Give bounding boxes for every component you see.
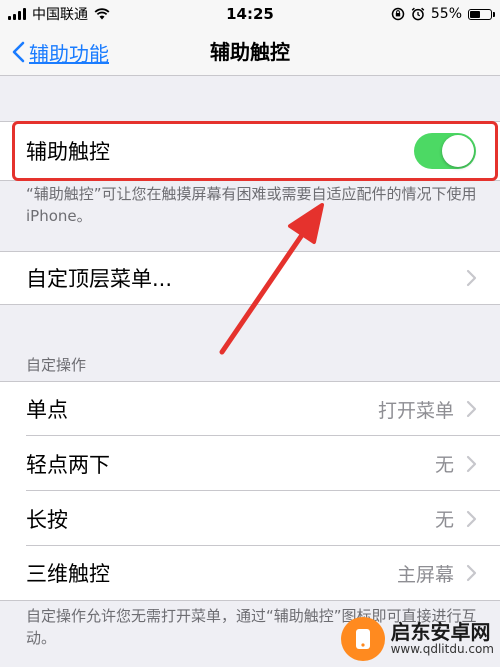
watermark: 启东安卓网 www.qdlitdu.com [340,617,494,661]
watermark-text: 启东安卓网 www.qdlitdu.com [391,621,494,656]
action-row-single-tap[interactable]: 单点 打开菜单 [0,381,500,436]
back-button[interactable]: 辅助功能 [12,28,109,76]
action-label: 三维触控 [26,562,110,586]
status-left: 中国联通 [8,4,168,24]
assistive-touch-label: 辅助触控 [26,140,110,164]
status-time: 14:25 [226,5,274,23]
watermark-url: www.qdlitdu.com [390,642,494,657]
action-value: 主屏幕 [396,563,454,586]
status-right: 55% [332,6,495,22]
assistive-touch-toggle[interactable] [414,133,476,169]
status-bar: 中国联通 14:25 55% [0,0,500,28]
chevron-right-icon [466,455,477,472]
custom-actions-header: 自定操作 [26,356,87,374]
chevron-right-icon [466,564,477,582]
action-label: 长按 [26,507,68,532]
action-row-long-press[interactable]: 长按 无 [0,491,500,546]
action-label: 单点 [26,398,68,422]
assistive-touch-cell: 辅助触控 [0,121,500,181]
chevron-left-icon [12,41,25,63]
toggle-knob [442,135,474,167]
watermark-logo-icon [340,617,385,661]
action-row-3d-touch[interactable]: 三维触控 主屏幕 [0,546,500,601]
wifi-icon [94,8,110,20]
alarm-icon [411,7,425,21]
action-value: 无 [434,454,454,476]
customize-top-menu-label: 自定顶层菜单... [26,267,173,291]
assistive-touch-footnote: “辅助触控”可让您在触摸屏幕有困难或需要自适应配件的情况下使用 iPhone。 [26,185,477,225]
action-value: 打开菜单 [377,399,454,422]
battery-level [470,10,480,18]
signal-icon [8,8,26,20]
battery-icon [468,8,495,20]
chevron-right-icon [466,269,477,287]
battery-percent: 55% [430,6,462,22]
action-row-double-tap[interactable]: 轻点两下 无 [0,436,500,491]
action-label: 轻点两下 [26,452,110,477]
navigation-bar: 辅助功能 辅助触控 [0,28,500,76]
carrier-name: 中国联通 [32,7,88,23]
chevron-right-icon [466,510,477,527]
chevron-right-icon [466,400,477,418]
customize-top-menu-cell[interactable]: 自定顶层菜单... [0,251,500,305]
rotation-lock-icon [391,7,405,21]
action-value: 无 [434,509,454,531]
back-button-label: 辅助功能 [29,41,109,66]
watermark-name: 启东安卓网 [390,620,491,645]
